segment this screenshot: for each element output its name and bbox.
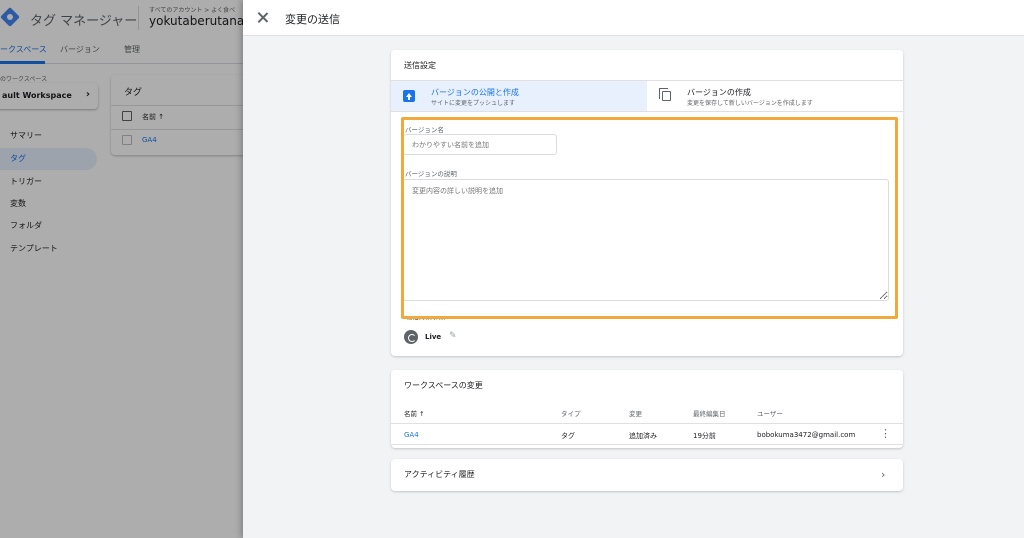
chevron-right-icon: ›: [881, 468, 886, 481]
change-user: bobokuma3472@gmail.com: [757, 431, 856, 439]
change-type: タグ: [561, 432, 575, 440]
option-create-version[interactable]: バージョンの作成 変更を保存して新しいバージョンを作成します: [647, 80, 903, 112]
column-header-last-edited: 最終編集日: [693, 410, 726, 418]
change-name-link[interactable]: GA4: [404, 431, 419, 439]
workspace-changes-title: ワークスペースの変更: [404, 381, 483, 390]
submit-changes-panel: 変更の送信 送信設定 バージョンの公開と作成 サイトに変更をプッシュします バー…: [243, 0, 1024, 538]
edit-pencil-icon[interactable]: ✎: [449, 331, 457, 341]
table-row: GA4 タグ 追加済み 19分前 bobokuma3472@gmail.com …: [391, 423, 903, 445]
modal-scrim[interactable]: [0, 0, 243, 538]
more-vert-icon[interactable]: ⋮: [880, 428, 891, 442]
panel-title: 変更の送信: [285, 13, 340, 26]
change-last-edited: 19分前: [693, 432, 716, 440]
environment-icon: [404, 330, 418, 344]
option-title: バージョンの公開と作成: [431, 88, 519, 97]
create-version-icon: [659, 88, 671, 101]
panel-header: 変更の送信: [243, 0, 1024, 36]
option-title: バージョンの作成: [687, 88, 751, 97]
column-header-type: タイプ: [561, 410, 581, 418]
change-status: 追加済み: [629, 432, 657, 440]
option-subtitle: サイトに変更をプッシュします: [431, 100, 516, 107]
column-header-name[interactable]: 名前 ↑: [404, 408, 425, 418]
submission-settings-card: 送信設定 バージョンの公開と作成 サイトに変更をプッシュします バージョンの作成…: [391, 50, 903, 356]
activity-history-title: アクティビティ履歴: [404, 470, 475, 479]
workspace-changes-card: ワークスペースの変更 名前 ↑ タイプ 変更 最終編集日 ユーザー GA4 タグ…: [391, 370, 903, 448]
column-header-change: 変更: [629, 410, 642, 418]
settings-title: 送信設定: [404, 61, 436, 70]
highlight-box: [401, 117, 898, 319]
activity-history-card[interactable]: アクティビティ履歴 ›: [391, 459, 903, 491]
close-icon[interactable]: [255, 10, 271, 26]
column-header-user: ユーザー: [757, 410, 783, 418]
publish-icon: [403, 90, 415, 102]
option-publish-and-create[interactable]: バージョンの公開と作成 サイトに変更をプッシュします: [391, 80, 647, 112]
option-subtitle: 変更を保存して新しいバージョンを作成します: [687, 100, 813, 107]
environment-name: Live: [425, 333, 442, 341]
